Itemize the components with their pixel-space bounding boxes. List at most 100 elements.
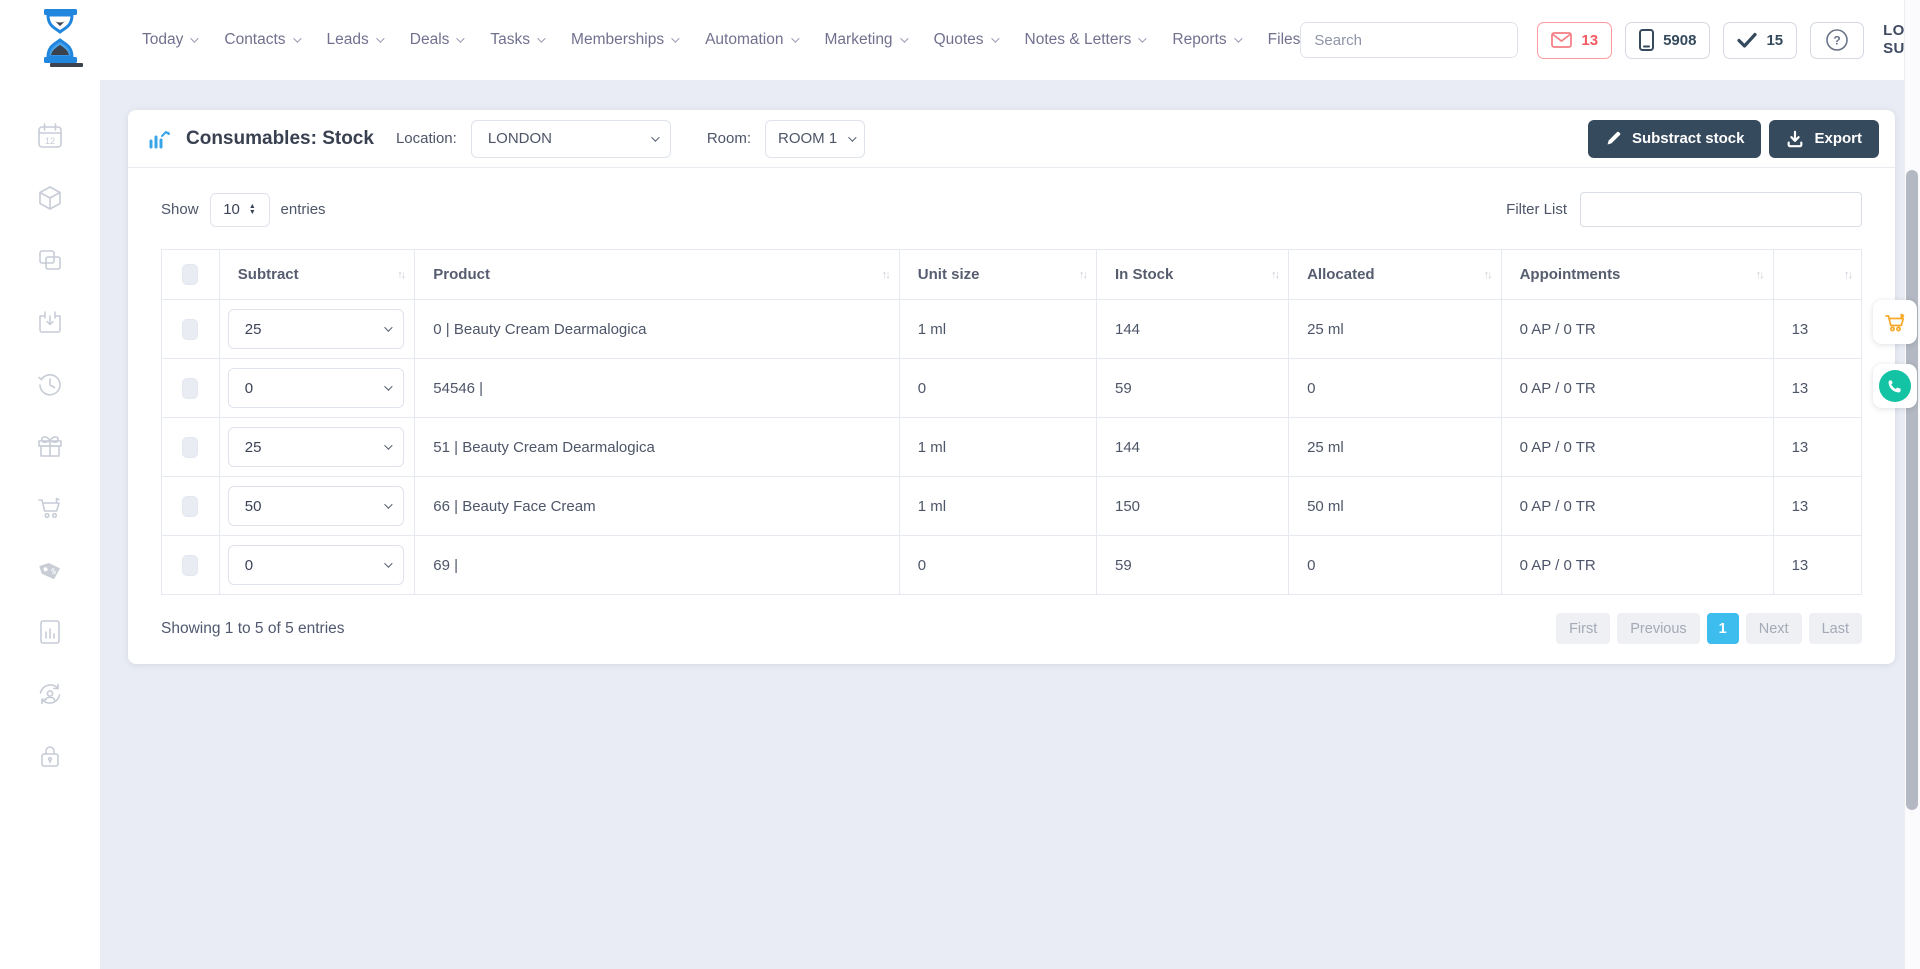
product-cell: 69 |	[415, 536, 900, 595]
location-label: Location:	[396, 130, 457, 147]
smartphone-icon	[1639, 29, 1654, 51]
filter-group: Filter List	[1506, 192, 1862, 227]
subtract-stock-button[interactable]: Substract stock	[1588, 120, 1762, 158]
phone-icon	[1879, 370, 1911, 402]
consumables-stock-card: Consumables: Stock Location: LONDON Room…	[128, 110, 1895, 664]
subtract-qty-select[interactable]: 0	[228, 545, 405, 585]
lock-icon[interactable]	[36, 742, 64, 770]
allocated-cell: 50 ml	[1289, 477, 1502, 536]
room-label: Room:	[707, 130, 751, 147]
extra-cell: 13	[1773, 359, 1861, 418]
help-button[interactable]: ?	[1810, 22, 1864, 59]
page-length-select[interactable]: 10 ▲▼	[210, 193, 270, 227]
client-sync-icon[interactable]	[36, 680, 64, 708]
unit-size-cell: 0	[899, 536, 1096, 595]
pagination-previous[interactable]: Previous	[1617, 613, 1699, 644]
extra-cell: 13	[1773, 300, 1861, 359]
stock-table: Subtract↑↓ Product↑↓ Unit size↑↓ In Stoc…	[161, 249, 1862, 595]
nav-item-tasks[interactable]: Tasks	[490, 31, 543, 49]
sort-icon: ↑↓	[1271, 269, 1278, 281]
appointments-cell: 0 AP / 0 TR	[1501, 536, 1773, 595]
sms-count: 5908	[1663, 32, 1696, 49]
product-cell: 54546 |	[415, 359, 900, 418]
column-extra[interactable]: ↑↓	[1773, 250, 1861, 300]
nav-item-reports[interactable]: Reports	[1172, 31, 1239, 49]
table-footer: Showing 1 to 5 of 5 entries First Previo…	[161, 613, 1862, 644]
pencil-icon	[1605, 130, 1622, 147]
cart-icon[interactable]	[36, 494, 64, 522]
row-checkbox[interactable]	[182, 555, 198, 576]
package-icon[interactable]	[36, 184, 64, 212]
copy-pages-icon[interactable]	[36, 246, 64, 274]
select-all-checkbox[interactable]	[182, 264, 198, 285]
nav-item-notes-letters[interactable]: Notes & Letters	[1025, 31, 1145, 49]
table-row: 50 66 | Beauty Face Cream 1 ml 150 50 ml…	[162, 477, 1862, 536]
pagination-next[interactable]: Next	[1746, 613, 1802, 644]
pagination-last[interactable]: Last	[1809, 613, 1862, 644]
nav-item-deals[interactable]: Deals	[410, 31, 463, 49]
pagination-first[interactable]: First	[1556, 613, 1610, 644]
nav-item-marketing[interactable]: Marketing	[825, 31, 906, 49]
nav-item-automation[interactable]: Automation	[705, 31, 796, 49]
stepper-icon: ▲▼	[249, 204, 256, 216]
search-input[interactable]	[1301, 23, 1518, 57]
column-unit-size[interactable]: Unit size↑↓	[899, 250, 1096, 300]
show-label: Show	[161, 201, 199, 218]
chart-report-icon[interactable]	[36, 618, 64, 646]
nav-item-quotes[interactable]: Quotes	[934, 31, 997, 49]
sms-badge[interactable]: 5908	[1625, 22, 1710, 59]
nav-item-leads[interactable]: Leads	[327, 31, 382, 49]
column-subtract[interactable]: Subtract↑↓	[219, 250, 415, 300]
filter-input[interactable]	[1580, 192, 1862, 227]
floating-phone-button[interactable]	[1873, 364, 1917, 408]
nav-item-contacts[interactable]: Contacts	[224, 31, 298, 49]
table-row: 0 54546 | 0 59 0 0 AP / 0 TR 13	[162, 359, 1862, 418]
card-header: Consumables: Stock Location: LONDON Room…	[128, 110, 1895, 168]
app-logo[interactable]	[36, 9, 84, 72]
extra-cell: 13	[1773, 418, 1861, 477]
left-sidebar: 12 $	[0, 80, 100, 969]
column-in-stock[interactable]: In Stock↑↓	[1096, 250, 1288, 300]
subtract-qty-select[interactable]: 25	[228, 427, 405, 467]
row-checkbox[interactable]	[182, 496, 198, 517]
pagination-page-1[interactable]: 1	[1707, 613, 1739, 644]
product-cell: 51 | Beauty Cream Dearmalogica	[415, 418, 900, 477]
in-stock-cell: 59	[1096, 536, 1288, 595]
column-allocated[interactable]: Allocated↑↓	[1289, 250, 1502, 300]
unit-size-cell: 1 ml	[899, 477, 1096, 536]
gift-icon[interactable]	[36, 432, 64, 460]
nav-item-today[interactable]: Today	[142, 31, 196, 49]
row-checkbox[interactable]	[182, 378, 198, 399]
location-select[interactable]: LONDON	[471, 120, 671, 158]
chevron-down-icon	[384, 382, 392, 390]
messages-count: 13	[1581, 32, 1598, 49]
unit-size-cell: 1 ml	[899, 300, 1096, 359]
subtract-qty-select[interactable]: 25	[228, 309, 405, 349]
row-checkbox[interactable]	[182, 319, 198, 340]
chevron-down-icon	[651, 133, 659, 141]
history-icon[interactable]	[36, 370, 64, 398]
column-product[interactable]: Product↑↓	[415, 250, 900, 300]
scrollbar-thumb[interactable]	[1906, 170, 1918, 810]
column-appointments[interactable]: Appointments↑↓	[1501, 250, 1773, 300]
subtract-qty-select[interactable]: 50	[228, 486, 405, 526]
nav-item-memberships[interactable]: Memberships	[571, 31, 677, 49]
export-button[interactable]: Export	[1769, 120, 1879, 158]
svg-text:?: ?	[1833, 34, 1840, 48]
price-tag-icon[interactable]: $	[36, 556, 64, 584]
subtract-qty-select[interactable]: 0	[228, 368, 405, 408]
row-checkbox[interactable]	[182, 437, 198, 458]
calendar-icon[interactable]: 12	[36, 122, 64, 150]
tasks-badge[interactable]: 15	[1723, 22, 1797, 59]
floating-cart-button[interactable]	[1873, 300, 1917, 344]
messages-badge[interactable]: 13	[1537, 22, 1612, 59]
room-select[interactable]: ROOM 1	[765, 120, 865, 158]
card-body: Show 10 ▲▼ entries Filter List	[128, 168, 1895, 664]
chevron-down-icon	[384, 559, 392, 567]
room-value: ROOM 1	[778, 130, 837, 147]
product-cell: 0 | Beauty Cream Dearmalogica	[415, 300, 900, 359]
chevron-down-icon	[293, 34, 301, 42]
scrollbar-track	[1904, 0, 1920, 969]
nav-item-files[interactable]: Files	[1268, 31, 1301, 49]
calendar-import-icon[interactable]	[36, 308, 64, 336]
